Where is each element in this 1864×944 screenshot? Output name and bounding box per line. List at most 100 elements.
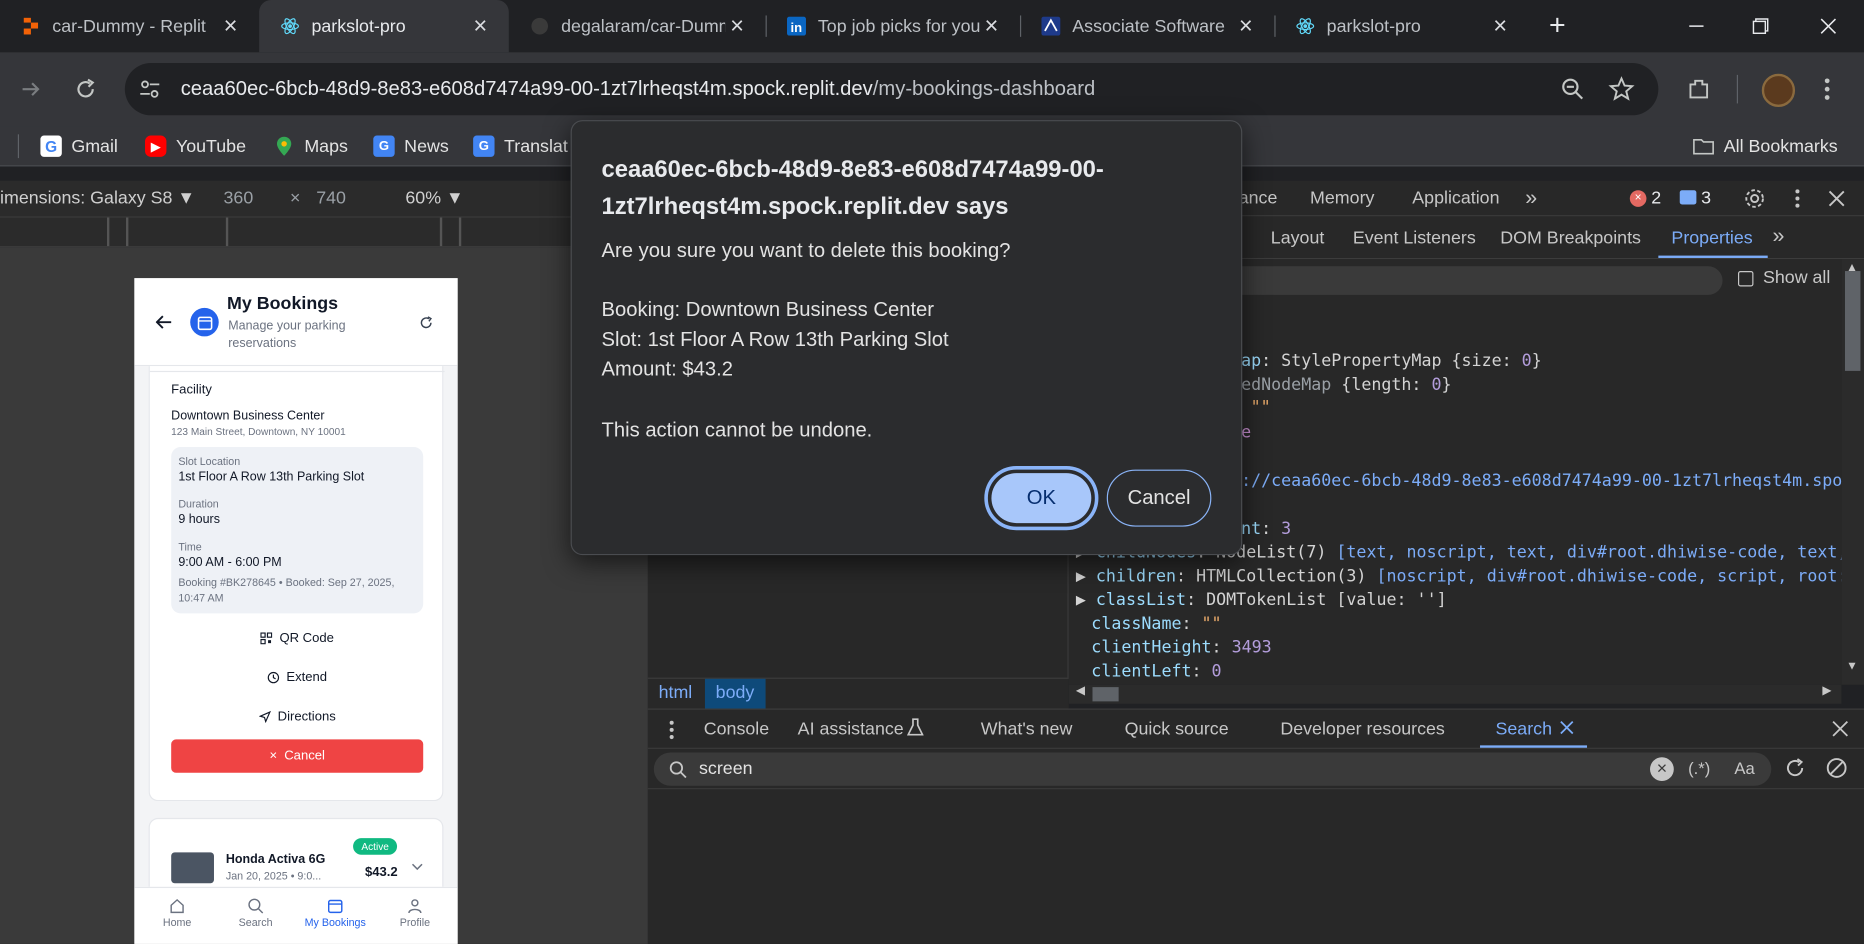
cancel-button[interactable]: Cancel	[1106, 469, 1212, 527]
properties-horizontal-scrollbar[interactable]: ◀ ▶	[1068, 684, 1842, 704]
bookmark-translate[interactable]: G Translat	[473, 133, 568, 159]
close-icon[interactable]: ×	[980, 12, 1004, 38]
tab-whats-new[interactable]: What's new	[981, 719, 1073, 739]
all-bookmarks-button[interactable]: All Bookmarks	[1693, 133, 1838, 159]
bookmark-gmail[interactable]: G Gmail	[40, 133, 118, 159]
tab-performance[interactable]: ance	[1239, 188, 1278, 208]
ok-button[interactable]: OK	[984, 466, 1099, 531]
prop-clientleft[interactable]: clientLeft: 0	[1091, 662, 1221, 681]
close-icon[interactable]: ×	[725, 12, 749, 38]
tab-search[interactable]: Search	[1495, 719, 1552, 739]
nav-my-bookings[interactable]: My Bookings	[295, 898, 376, 928]
tab-layout[interactable]: Layout	[1271, 228, 1325, 248]
bookmark-youtube[interactable]: ▶ YouTube	[145, 133, 246, 159]
breadcrumb-html[interactable]: html	[648, 679, 703, 710]
prop-classname[interactable]: className: ""	[1091, 615, 1221, 634]
tab-developer-resources[interactable]: Developer resources	[1280, 719, 1445, 739]
tab-event-listeners[interactable]: Event Listeners	[1353, 228, 1476, 248]
tab-parkslot-pro[interactable]: parkslot-pro ×	[1274, 0, 1528, 52]
tab-application[interactable]: Application	[1412, 188, 1499, 208]
prop-line[interactable]: nt: 3	[1241, 519, 1291, 538]
restore-button[interactable]	[1728, 0, 1792, 52]
regex-toggle[interactable]: (.*)	[1688, 758, 1710, 777]
minimize-button[interactable]	[1664, 0, 1728, 52]
scroll-left-icon[interactable]: ◀	[1076, 685, 1085, 698]
more-tabs-icon[interactable]: »	[1772, 223, 1784, 248]
message-count[interactable]: 3	[1701, 188, 1711, 208]
extend-button[interactable]: Extend	[171, 662, 423, 693]
error-count[interactable]: 2	[1651, 188, 1661, 208]
tab-properties[interactable]: Properties	[1671, 228, 1752, 248]
address-bar[interactable]: ceaa60ec-6bcb-48d9-8e83-e608d7474a99-00-…	[124, 63, 1659, 116]
show-all-checkbox[interactable]	[1737, 271, 1754, 287]
tab-quick-source[interactable]: Quick source	[1125, 719, 1229, 739]
breadcrumb-body[interactable]: body	[704, 678, 766, 710]
directions-button[interactable]: Directions	[171, 701, 423, 732]
tab-linkedin[interactable]: in Top job picks for you ×	[766, 0, 1020, 52]
bookmark-star-button[interactable]	[1608, 76, 1635, 102]
new-tab-button[interactable]: +	[1526, 0, 1588, 52]
clear-results-button[interactable]	[1826, 757, 1847, 778]
cancel-booking-button[interactable]: × Cancel	[171, 739, 424, 773]
profile-avatar[interactable]	[1761, 73, 1796, 107]
device-dimensions-select[interactable]: imensions: Galaxy S8 ▼	[0, 188, 195, 208]
bookmark-news[interactable]: G News	[373, 133, 449, 159]
clear-search-icon[interactable]: ×	[1650, 757, 1674, 782]
scroll-right-icon[interactable]: ▶	[1822, 685, 1831, 698]
prop-classlist[interactable]: ▶ classList: DOMTokenList [value: '']	[1076, 591, 1447, 610]
device-width-input[interactable]: 360	[223, 188, 253, 208]
expand-button[interactable]	[411, 862, 423, 872]
zoom-button[interactable]	[1561, 77, 1585, 101]
more-tabs-icon[interactable]: »	[1525, 185, 1537, 210]
prop-line[interactable]: ap: StylePropertyMap {size: 0}	[1241, 352, 1542, 371]
qr-code-button[interactable]: QR Code	[171, 623, 423, 654]
site-settings-icon[interactable]	[137, 76, 163, 102]
prop-children[interactable]: ▶ children: HTMLCollection(3) [noscript,…	[1076, 567, 1842, 586]
search-input[interactable]: screen × (.*) Aa	[653, 752, 1772, 786]
prop-line[interactable]: ""	[1251, 398, 1271, 417]
nav-profile[interactable]: Profile	[374, 898, 455, 928]
forward-button[interactable]	[19, 77, 43, 101]
devtools-settings-button[interactable]	[1744, 188, 1765, 209]
zoom-select[interactable]: 60% ▼	[405, 188, 463, 208]
nav-home[interactable]: Home	[137, 898, 218, 928]
tab-memory[interactable]: Memory	[1310, 188, 1374, 208]
close-window-button[interactable]	[1793, 0, 1864, 52]
prop-clientheight[interactable]: clientHeight: 3493	[1091, 638, 1271, 657]
nav-search[interactable]: Search	[215, 898, 296, 928]
close-icon[interactable]: ×	[1234, 12, 1258, 38]
scrollbar-thumb[interactable]	[1092, 687, 1119, 702]
scroll-down-icon[interactable]: ▼	[1846, 660, 1858, 673]
close-icon[interactable]: ×	[1488, 12, 1512, 38]
booking-card-collapsed[interactable]: Honda Activa 6G Jan 20, 2025 • 9:0... Ac…	[148, 817, 444, 887]
tab-dom-breakpoints[interactable]: DOM Breakpoints	[1500, 228, 1641, 248]
drawer-menu-button[interactable]	[668, 719, 675, 740]
tab-console[interactable]: Console	[704, 719, 769, 739]
extensions-button[interactable]	[1686, 76, 1712, 102]
close-drawer-button[interactable]	[1832, 720, 1849, 737]
close-icon[interactable]: ×	[219, 12, 243, 38]
tab-parkslot-pro-active[interactable]: parkslot-pro ×	[259, 0, 509, 53]
refresh-button[interactable]	[420, 316, 433, 329]
prop-line[interactable]: ://ceaa60ec-6bcb-48d9-8e83-e608d7474a99-…	[1241, 472, 1841, 491]
scrollbar-thumb[interactable]	[1844, 271, 1861, 371]
prop-line[interactable]: edNodeMap {length: 0}	[1241, 376, 1451, 395]
tab-car-dummy-replit[interactable]: car-Dummy - Replit ×	[0, 0, 259, 52]
close-search-tab-button[interactable]	[1560, 720, 1574, 735]
tab-ai-assistance[interactable]: AI assistance	[798, 719, 904, 739]
tab-associate-software[interactable]: Associate Software ×	[1020, 0, 1274, 52]
match-case-toggle[interactable]: Aa	[1734, 758, 1754, 777]
url-text[interactable]: ceaa60ec-6bcb-48d9-8e83-e608d7474a99-00-…	[181, 77, 1096, 101]
tab-github[interactable]: degalaram/car-Dummy ×	[509, 0, 766, 52]
reload-button[interactable]	[74, 77, 98, 101]
devtools-close-button[interactable]	[1827, 189, 1846, 208]
properties-vertical-scrollbar[interactable]: ▲ ▼	[1841, 259, 1864, 685]
prop-line[interactable]: e	[1241, 423, 1251, 442]
back-button[interactable]	[155, 314, 173, 331]
browser-menu-button[interactable]	[1824, 76, 1831, 102]
refresh-search-button[interactable]	[1784, 757, 1805, 778]
scroll-up-icon[interactable]: ▲	[1846, 262, 1858, 275]
close-icon[interactable]: ×	[468, 12, 492, 38]
devtools-menu-button[interactable]	[1794, 188, 1801, 209]
bookmark-maps[interactable]: Maps	[273, 133, 348, 159]
